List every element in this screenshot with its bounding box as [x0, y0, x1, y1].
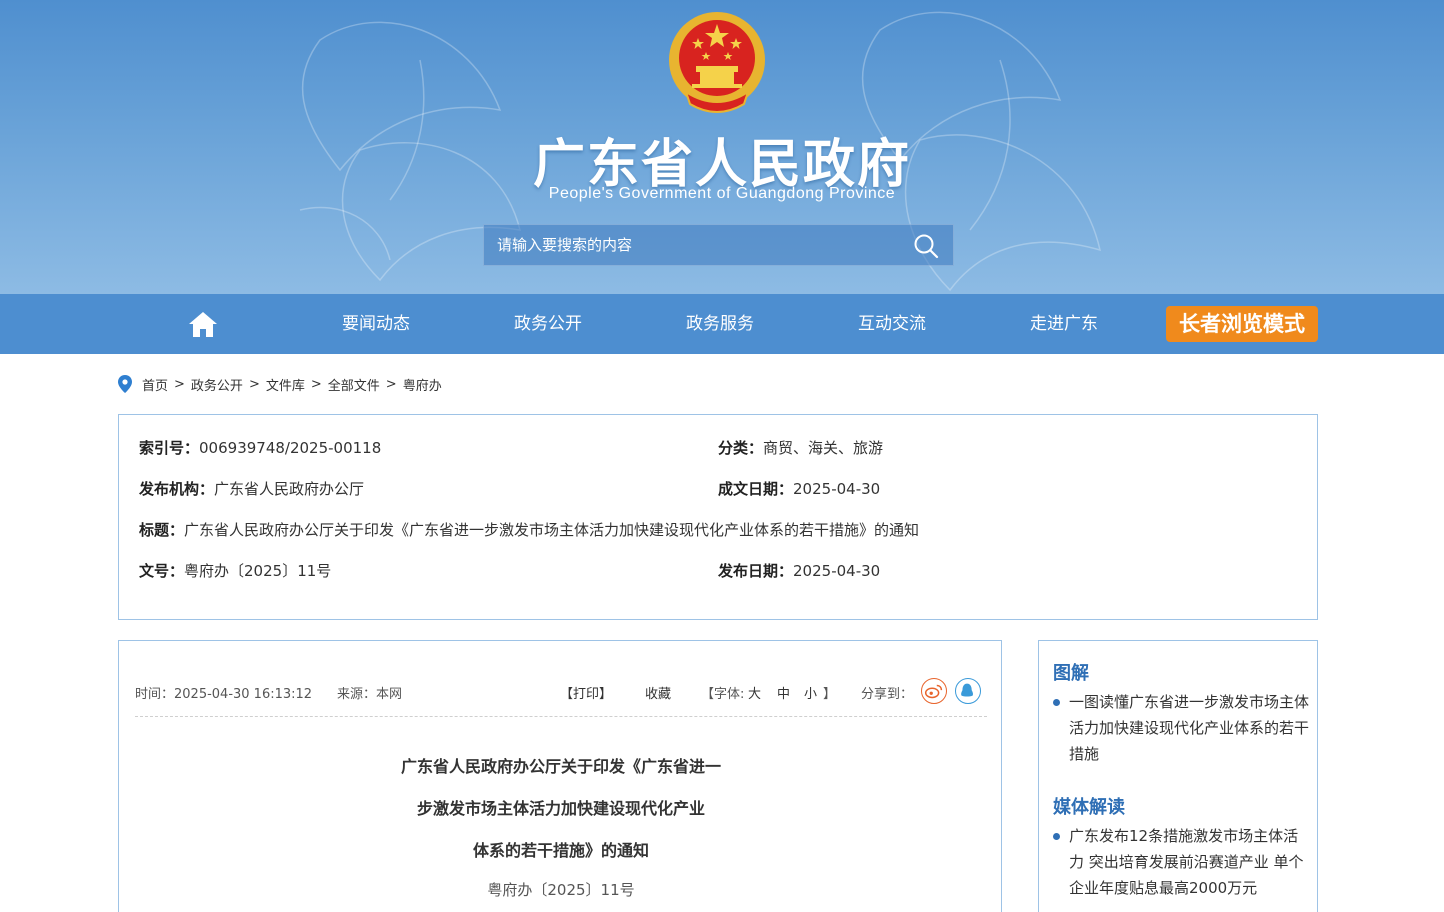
nav-item-news[interactable]: 要闻动态 [301, 294, 451, 354]
info-published-date: 发布日期：2025-04-30 [718, 560, 880, 581]
article-source: 来源：本网 [337, 687, 403, 702]
info-category: 分类：商贸、海关、旅游 [718, 437, 883, 458]
print-button[interactable]: 【打印】 [560, 683, 612, 702]
search-input[interactable] [484, 225, 904, 265]
font-medium-button[interactable]: 中 [777, 683, 790, 702]
breadcrumb-separator: > [385, 376, 397, 392]
header-banner: 广东省人民政府 People's Government of Guangdong… [0, 0, 1444, 294]
nav-item-government-affairs[interactable]: 政务公开 [473, 294, 623, 354]
breadcrumb-home[interactable]: 首页 [142, 375, 168, 394]
weibo-share-icon[interactable] [921, 678, 947, 704]
info-publisher: 发布机构：广东省人民政府办公厅 [139, 478, 364, 499]
breadcrumb-separator: > [310, 376, 322, 392]
national-emblem-icon [669, 12, 765, 113]
font-size-suffix: 】 [823, 687, 837, 702]
qq-share-icon[interactable] [955, 678, 981, 704]
breadcrumb-all-documents[interactable]: 全部文件 [328, 375, 380, 394]
breadcrumb-separator: > [248, 376, 260, 392]
info-value: 006939748/2025-00118 [199, 439, 382, 457]
breadcrumb-current[interactable]: 粤府办 [403, 375, 442, 394]
info-value: 粤府办〔2025〕11号 [184, 562, 332, 580]
site-subtitle: People's Government of Guangdong Provinc… [548, 185, 896, 202]
info-label: 文号： [139, 562, 185, 580]
info-label: 分类： [718, 439, 764, 457]
info-index-number: 索引号：006939748/2025-00118 [139, 437, 381, 458]
share-label: 分享到： [861, 687, 914, 702]
article-title-line: 体系的若干措施》的通知 [472, 841, 649, 860]
sidebar-panel: 图解 一图读懂广东省进一步激发市场主体活力加快建设现代化产业体系的若干措施 媒体… [1038, 640, 1318, 912]
sidebar-section-media-title: 媒体解读 [1053, 797, 1125, 818]
location-pin-icon [118, 375, 132, 393]
breadcrumb-document-library[interactable]: 文件库 [266, 375, 305, 394]
breadcrumb-government-affairs[interactable]: 政务公开 [191, 375, 243, 394]
search-bar [483, 224, 954, 266]
info-value: 广东省人民政府办公厅 [214, 480, 365, 498]
breadcrumb: 首页 > 政务公开 > 文件库 > 全部文件 > 粤府办 [118, 374, 442, 394]
info-label: 标题： [139, 521, 185, 539]
info-label: 发布日期： [718, 562, 794, 580]
document-info-panel: 索引号：006939748/2025-00118 分类：商贸、海关、旅游 发布机… [118, 414, 1318, 620]
article-document-number: 粤府办〔2025〕11号 [487, 881, 635, 899]
info-label: 发布机构： [139, 480, 215, 498]
info-value: 2025-04-30 [793, 480, 881, 498]
info-value: 2025-04-30 [793, 562, 881, 580]
info-document-number: 文号：粤府办〔2025〕11号 [139, 560, 331, 581]
info-title: 标题：广东省人民政府办公厅关于印发《广东省进一步激发市场主体活力加快建设现代化产… [139, 519, 919, 540]
info-value: 商贸、海关、旅游 [763, 439, 884, 457]
nav-item-about-guangdong[interactable]: 走进广东 [989, 294, 1139, 354]
info-created-date: 成文日期：2025-04-30 [718, 478, 880, 499]
nav-item-services[interactable]: 政务服务 [645, 294, 795, 354]
font-small-button[interactable]: 小 [804, 683, 817, 702]
info-label: 成文日期： [718, 480, 794, 498]
elder-mode-button[interactable]: 长者浏览模式 [1166, 306, 1318, 342]
nav-item-interaction[interactable]: 互动交流 [817, 294, 967, 354]
info-label: 索引号： [139, 439, 200, 457]
sidebar-media-link[interactable]: 广东发布12条措施激发市场主体活力 突出培育发展前沿赛道产业 单个企业年度贴息最… [1053, 823, 1309, 901]
info-value: 广东省人民政府办公厅关于印发《广东省进一步激发市场主体活力加快建设现代化产业体系… [184, 521, 920, 539]
article-time: 时间：2025-04-30 16:13:12 [135, 687, 313, 702]
article-panel: 时间：2025-04-30 16:13:12 来源：本网 【打印】 收藏 【字体… [118, 640, 1002, 912]
breadcrumb-separator: > [174, 376, 185, 392]
favorite-button[interactable]: 收藏 [645, 683, 671, 702]
search-icon[interactable] [913, 233, 939, 259]
article-title-line: 广东省人民政府办公厅关于印发《广东省进一 [400, 757, 721, 776]
main-nav: 要闻动态 政务公开 政务服务 互动交流 走进广东 长者浏览模式 [0, 294, 1444, 354]
home-icon[interactable] [188, 310, 218, 338]
article-title-line: 步激发市场主体活力加快建设现代化产业 [416, 799, 705, 818]
sidebar-section-infographic-title: 图解 [1053, 663, 1089, 684]
article-meta-bar: 时间：2025-04-30 16:13:12 来源：本网 【打印】 收藏 【字体… [135, 678, 987, 717]
font-large-button[interactable]: 大 [748, 683, 761, 702]
sidebar-infographic-link[interactable]: 一图读懂广东省进一步激发市场主体活力加快建设现代化产业体系的若干措施 [1053, 689, 1309, 767]
font-size-prefix: 【字体: [701, 687, 745, 702]
